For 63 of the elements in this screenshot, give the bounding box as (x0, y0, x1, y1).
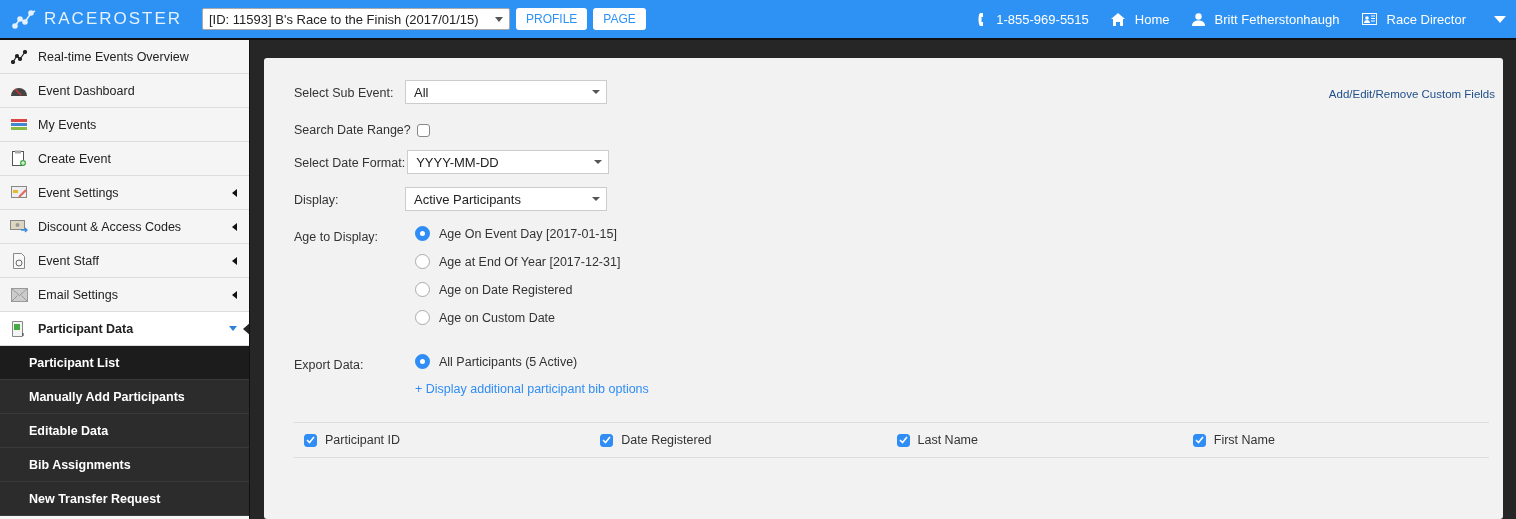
expand-caret-icon (229, 326, 237, 331)
phone-number: 1-855-969-5515 (996, 11, 1089, 27)
submenu-item[interactable]: Participant List (0, 346, 249, 380)
select-field[interactable]: YYYY-MM-DD (407, 150, 610, 174)
checkbox[interactable] (304, 433, 317, 447)
checkbox[interactable] (896, 433, 910, 447)
clipboard-add-icon (12, 150, 26, 167)
collapse-caret-icon (232, 188, 237, 197)
logo-icon (12, 8, 38, 30)
home-icon (1110, 12, 1125, 26)
clock-document-icon (13, 252, 25, 269)
form-pencil-icon (10, 186, 28, 199)
radio-label: Age On Event Day [2017-01-15] (439, 226, 617, 241)
caret-icon[interactable] (1494, 15, 1506, 23)
field-label: Age to Display: (294, 229, 380, 244)
sidebar-item[interactable]: Create Event (0, 142, 249, 176)
sidebar-item[interactable]: Event Settings (0, 176, 249, 210)
radio-button[interactable] (415, 310, 430, 325)
collapse-caret-icon (232, 290, 237, 299)
user-icon (1191, 12, 1205, 26)
checkbox[interactable] (416, 124, 430, 137)
chart-points-icon (11, 49, 27, 64)
field-label: Display: (294, 192, 340, 207)
collapse-caret-icon (232, 256, 237, 265)
sidebar-item[interactable]: Participant Data (0, 312, 249, 346)
colored-bars-icon (11, 118, 27, 131)
radio-button[interactable] (415, 354, 430, 369)
checkbox[interactable] (1192, 433, 1206, 447)
select-field[interactable]: All (405, 80, 607, 104)
spreadsheet-icon (12, 320, 26, 337)
radio-label: Age at End Of Year [2017-12-31] (439, 254, 621, 269)
radio-button[interactable] (415, 254, 430, 269)
select-field[interactable]: Active Participants (405, 187, 607, 211)
event-select[interactable]: [ID: 11593] B's Race to the Finish (2017/01/15) (202, 8, 510, 30)
radio-label: Age on Date Registered (439, 282, 573, 297)
field-label: Select Sub Event: (294, 85, 395, 100)
checkbox[interactable] (600, 433, 614, 447)
id-card-icon (1361, 13, 1377, 25)
submenu-item[interactable]: Manually Add Participants (0, 380, 249, 414)
sidebar-item[interactable]: Event Dashboard (0, 74, 249, 108)
submenu-item[interactable]: Bib Assignments (0, 448, 249, 482)
gauge-icon (11, 85, 27, 96)
submenu-item[interactable]: Editable Data (0, 414, 249, 448)
column-label: Last Name (917, 433, 978, 447)
sidebar-item[interactable]: Real-time Events Overview (0, 40, 249, 74)
column-label: Date Registered (621, 433, 712, 447)
submenu-item[interactable]: New Transfer Request (0, 482, 249, 516)
column-label: First Name (1213, 433, 1275, 447)
column-label: Participant ID (325, 433, 401, 447)
radio-button[interactable] (415, 282, 430, 297)
radio-button[interactable] (415, 226, 430, 241)
field-label: Export Data: (294, 357, 365, 372)
logo-text: RACEROSTER (44, 9, 183, 29)
radio-label: All Participants (5 Active) (439, 354, 578, 369)
sidebar-item[interactable]: Event Staff (0, 244, 249, 278)
radio-label: Age on Custom Date (439, 310, 556, 325)
custom-fields-link[interactable]: Add/Edit/Remove Custom Fields (1328, 88, 1495, 100)
collapse-caret-icon (232, 222, 237, 231)
field-label: Select Date Format: (294, 155, 407, 170)
envelope-icon (10, 287, 28, 302)
sidebar-item[interactable]: My Events (0, 108, 249, 142)
sidebar-item[interactable]: Discount & Access Codes (0, 210, 249, 244)
field-label: Search Date Range? (294, 122, 412, 137)
